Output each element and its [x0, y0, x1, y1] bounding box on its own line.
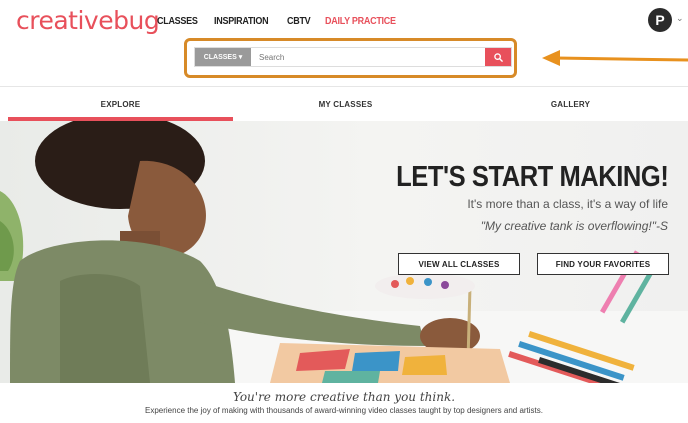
- tagline-description: Experience the joy of making with thousa…: [145, 406, 543, 415]
- tab-explore[interactable]: EXPLORE: [8, 90, 233, 121]
- tagline: You're more creative than you think.: [232, 390, 456, 404]
- nav-cbtv[interactable]: CBTV: [287, 16, 311, 27]
- main-tabs: EXPLORE MY CLASSES GALLERY: [0, 90, 688, 121]
- caret-down-icon: ▾: [238, 54, 243, 61]
- search-category-label: CLASSES: [203, 53, 237, 61]
- top-navigation: CLASSES INSPIRATION CBTV DAILY PRACTICE: [157, 16, 403, 27]
- find-your-favorites-button[interactable]: FIND YOUR FAVORITES: [537, 253, 669, 275]
- nav-classes[interactable]: CLASSES: [157, 16, 198, 27]
- tabs-top-divider: [0, 86, 688, 87]
- search-bar: CLASSES ▾: [194, 47, 512, 67]
- hero-subtitle: It's more than a class, it's a way of li…: [467, 197, 668, 211]
- search-icon: [493, 52, 503, 62]
- view-all-classes-button[interactable]: VIEW ALL CLASSES: [398, 253, 520, 275]
- hero-banner: LET'S START MAKING! It's more than a cla…: [0, 121, 688, 383]
- tab-my-classes[interactable]: MY CLASSES: [233, 90, 458, 118]
- user-avatar[interactable]: P: [648, 8, 672, 32]
- hero-title: LET'S START MAKING!: [395, 161, 669, 193]
- annotation-arrow: [542, 50, 688, 66]
- search-button[interactable]: [485, 48, 511, 66]
- tab-gallery[interactable]: GALLERY: [458, 90, 683, 118]
- hero-quote: "My creative tank is overflowing!"-S: [480, 219, 668, 233]
- search-input[interactable]: [251, 48, 485, 66]
- chevron-down-icon[interactable]: ⌄: [676, 13, 684, 24]
- nav-inspiration[interactable]: INSPIRATION: [214, 16, 269, 27]
- search-category-dropdown[interactable]: CLASSES ▾: [195, 48, 251, 66]
- nav-daily-practice[interactable]: DAILY PRACTICE: [325, 16, 396, 27]
- creativebug-logo[interactable]: creativebug: [16, 6, 160, 35]
